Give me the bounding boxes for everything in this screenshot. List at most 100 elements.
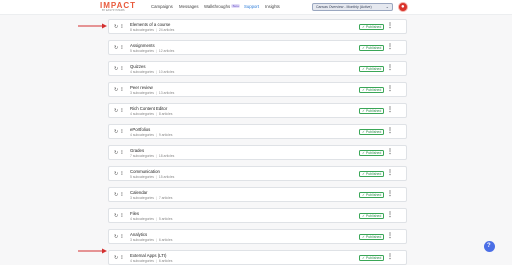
status-label: Published (365, 109, 382, 113)
category-row[interactable]: ↻ ⁞⁞ Files 4 subcategories | 5 articles ✓ Publ… (108, 208, 407, 223)
logo-tagline: BY EASYSYSTEMS (102, 9, 125, 12)
refresh-icon[interactable]: ↻ (114, 192, 118, 198)
refresh-icon[interactable]: ↻ (114, 45, 118, 51)
kebab-icon[interactable]: ⋮ (387, 64, 393, 73)
article-count: 10 articles (158, 70, 175, 74)
grip-icon[interactable]: ⁞⁞ (121, 171, 123, 177)
grip-icon[interactable]: ⁞⁞ (121, 108, 123, 114)
published-badge: ✓ Published (359, 150, 385, 156)
kebab-icon[interactable]: ⋮ (387, 85, 393, 94)
article-count: 6 articles (158, 238, 173, 242)
grip-icon[interactable]: ⁞⁞ (121, 24, 123, 30)
subcategory-count: 4 subcategories (130, 112, 154, 116)
refresh-icon[interactable]: ↻ (114, 108, 118, 114)
published-badge: ✓ Published (359, 45, 385, 51)
subcategory-count: 4 subcategories (130, 259, 154, 263)
status-label: Published (365, 46, 382, 50)
published-badge: ✓ Published (359, 108, 385, 114)
category-title[interactable]: Communication (130, 169, 160, 174)
category-row[interactable]: ↻ ⁞⁞ Grades 7 subcategories | 18 articles ✓ Pu… (108, 145, 407, 160)
category-title[interactable]: Rich Content Editor (130, 106, 167, 111)
category-row[interactable]: ↻ ⁞⁞ External Apps (LTI) 4 subcategories | 6 … (108, 250, 407, 265)
category-title[interactable]: Calendar (130, 190, 147, 195)
kebab-icon[interactable]: ⋮ (387, 169, 393, 178)
published-badge: ✓ Published (359, 213, 385, 219)
grip-icon[interactable]: ⁞⁞ (121, 192, 123, 198)
status-label: Published (365, 151, 382, 155)
category-title[interactable]: ePortfolios (130, 127, 150, 132)
refresh-icon[interactable]: ↻ (114, 24, 118, 30)
grip-icon[interactable]: ⁞⁞ (121, 255, 123, 261)
status-label: Published (365, 67, 382, 71)
status-label: Published (365, 172, 382, 176)
course-selector[interactable]: Canvas Overview - Monthly (Active) ⌄ (312, 3, 393, 11)
article-count: 6 articles (158, 259, 173, 263)
category-row[interactable]: ↻ ⁞⁞ Rich Content Editor 4 subcategories | 8 … (108, 103, 407, 118)
category-meta: 5 subcategories | 12 articles (130, 49, 174, 53)
category-title[interactable]: Elements of a course (130, 22, 170, 27)
refresh-icon[interactable]: ↻ (114, 213, 118, 219)
subcategory-count: 3 subcategories (130, 196, 154, 200)
category-title[interactable]: Grades (130, 148, 144, 153)
nav-messages[interactable]: Messages (179, 4, 199, 10)
article-count: 18 articles (158, 154, 175, 158)
category-row[interactable]: ↻ ⁞⁞ Calendar 3 subcategories | 7 articles ✓ P… (108, 187, 407, 202)
article-count: 7 articles (158, 196, 173, 200)
refresh-icon[interactable]: ↻ (114, 87, 118, 93)
category-title[interactable]: External Apps (LTI) (130, 253, 166, 258)
help-icon: ? (487, 242, 491, 249)
category-title[interactable]: Analytics (130, 232, 147, 237)
category-meta: 5 subcategories | 15 articles (130, 175, 174, 179)
refresh-icon[interactable]: ↻ (114, 255, 118, 261)
category-meta: 4 subcategories | 10 articles (130, 70, 174, 74)
category-row[interactable]: ↻ ⁞⁞ Peer review 3 subcategories | 13 article… (108, 82, 407, 97)
beta-badge: Beta (231, 4, 241, 8)
nav-insights[interactable]: Insights (265, 4, 280, 10)
category-row[interactable]: ↻ ⁞⁞ Communication 5 subcategories | 15 artic… (108, 166, 407, 181)
kebab-icon[interactable]: ⋮ (387, 211, 393, 220)
grip-icon[interactable]: ⁞⁞ (121, 87, 123, 93)
category-title[interactable]: Assignments (130, 43, 155, 48)
status-label: Published (365, 193, 382, 197)
grip-icon[interactable]: ⁞⁞ (121, 150, 123, 156)
kebab-icon[interactable]: ⋮ (387, 127, 393, 136)
nav-campaigns[interactable]: Campaigns (151, 4, 173, 10)
refresh-icon[interactable]: ↻ (114, 150, 118, 156)
refresh-icon[interactable]: ↻ (114, 66, 118, 72)
grip-icon[interactable]: ⁞⁞ (121, 234, 123, 240)
nav-support[interactable]: Support (244, 4, 259, 10)
refresh-icon[interactable]: ↻ (114, 129, 118, 135)
help-button[interactable]: ? (484, 241, 495, 252)
course-selector-value: Canvas Overview - Monthly (Active) (316, 5, 372, 9)
annotation-arrow-icon (78, 248, 107, 254)
status-label: Published (365, 235, 382, 239)
grip-icon[interactable]: ⁞⁞ (121, 129, 123, 135)
category-title[interactable]: Peer review (130, 85, 153, 90)
kebab-icon[interactable]: ⋮ (387, 253, 393, 262)
published-badge: ✓ Published (359, 87, 385, 93)
kebab-icon[interactable]: ⋮ (387, 22, 393, 31)
category-row[interactable]: ↻ ⁞⁞ Analytics 3 subcategories | 6 articles ✓ … (108, 229, 407, 244)
grip-icon[interactable]: ⁞⁞ (121, 66, 123, 72)
article-count: 13 articles (158, 91, 175, 95)
kebab-icon[interactable]: ⋮ (387, 148, 393, 157)
category-title[interactable]: Files (130, 211, 139, 216)
user-avatar[interactable]: ● (398, 2, 408, 12)
category-row[interactable]: ↻ ⁞⁞ ePortfolios 4 subcategories | 9 articles… (108, 124, 407, 139)
kebab-icon[interactable]: ⋮ (387, 190, 393, 199)
impact-logo[interactable]: IMPACT BY EASYSYSTEMS (100, 1, 140, 14)
refresh-icon[interactable]: ↻ (114, 234, 118, 240)
category-meta: 4 subcategories | 5 articles (130, 217, 172, 221)
kebab-icon[interactable]: ⋮ (387, 43, 393, 52)
kebab-icon[interactable]: ⋮ (387, 106, 393, 115)
category-row[interactable]: ↻ ⁞⁞ Quizzes 4 subcategories | 10 articles ✓ P… (108, 61, 407, 76)
grip-icon[interactable]: ⁞⁞ (121, 213, 123, 219)
kebab-icon[interactable]: ⋮ (387, 232, 393, 241)
nav-walkthroughs[interactable]: Walkthroughs Beta (204, 4, 241, 10)
category-row[interactable]: ↻ ⁞⁞ Assignments 5 subcategories | 12 article… (108, 40, 407, 55)
refresh-icon[interactable]: ↻ (114, 171, 118, 177)
grip-icon[interactable]: ⁞⁞ (121, 45, 123, 51)
category-title[interactable]: Quizzes (130, 64, 146, 69)
subcategory-count: 4 subcategories (130, 133, 154, 137)
category-row[interactable]: ↻ ⁞⁞ Elements of a course 8 subcategories | 2… (108, 19, 407, 34)
